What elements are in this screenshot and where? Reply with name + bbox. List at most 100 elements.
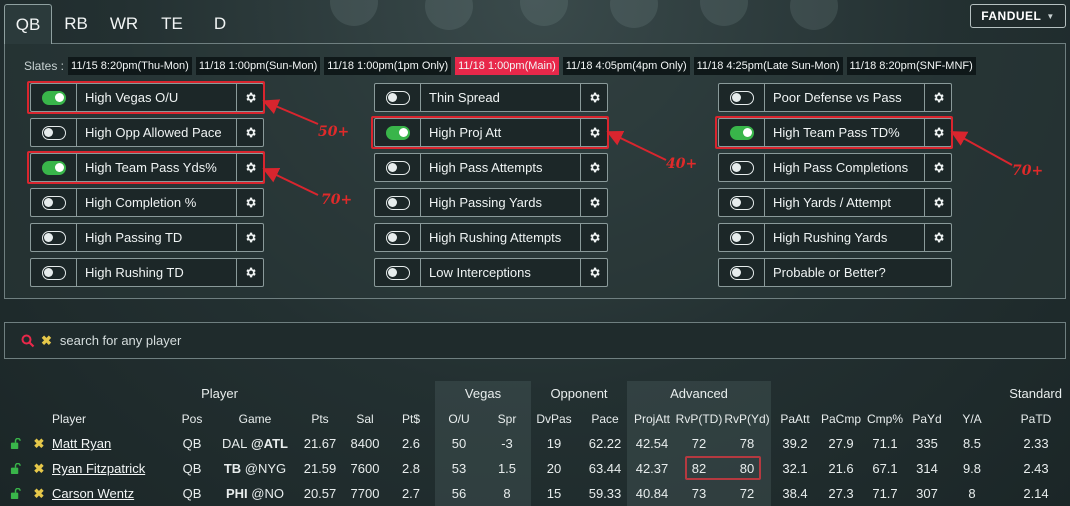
column-header[interactable]: RvP(TD)	[676, 406, 723, 431]
gear-icon[interactable]	[580, 259, 607, 286]
stat-cell: 73	[691, 486, 707, 501]
group-header-vegas: Vegas	[435, 381, 531, 406]
column-header[interactable]: Pt$	[392, 406, 430, 431]
filter-toggle[interactable]	[41, 265, 66, 280]
column-header[interactable]: Cmp%	[866, 406, 904, 431]
gear-icon[interactable]	[236, 189, 263, 216]
gear-icon[interactable]	[580, 189, 607, 216]
column-header[interactable]: PaCmp	[821, 406, 861, 431]
game-cell: DAL @ATL	[222, 431, 288, 456]
filter-toggle[interactable]	[41, 195, 66, 210]
column-header[interactable]: Game	[226, 406, 284, 431]
stat-cell: 72	[691, 436, 707, 451]
stat-cell: 314	[916, 461, 938, 476]
slate-option[interactable]: 11/15 8:20pm(Thu-Mon)	[68, 57, 192, 75]
gear-icon[interactable]	[580, 224, 607, 251]
gear-icon[interactable]	[924, 224, 951, 251]
toggle-cell	[375, 84, 421, 111]
tab-wr[interactable]: WR	[100, 4, 148, 44]
gear-icon[interactable]	[580, 154, 607, 181]
lock-icon[interactable]	[8, 431, 22, 456]
filter-toggle[interactable]	[41, 125, 66, 140]
toggle-knob	[731, 162, 741, 172]
slate-option[interactable]: 11/18 4:05pm(4pm Only)	[562, 57, 690, 75]
stat-cell: 2.8	[401, 461, 421, 476]
annotation-label: 50+	[318, 124, 350, 140]
player-name-link[interactable]: Carson Wentz	[44, 481, 164, 506]
column-header[interactable]: PaTD	[1014, 406, 1058, 431]
filter-label: High Rushing Attempts	[429, 230, 562, 245]
gear-icon[interactable]	[236, 119, 263, 146]
annotation-label: 40+	[666, 156, 698, 172]
filter-toggle[interactable]	[729, 230, 754, 245]
filter-toggle[interactable]	[729, 90, 754, 105]
filter-toggle[interactable]	[385, 265, 410, 280]
group-header-standard: Standard	[771, 381, 1066, 406]
column-header[interactable]: Pace	[584, 406, 626, 431]
column-header[interactable]: Player	[44, 406, 144, 431]
column-header[interactable]: RvP(Yd)	[724, 406, 770, 431]
stat-cell: 7700	[350, 486, 380, 501]
filter-toggle[interactable]	[385, 230, 410, 245]
slate-option[interactable]: 11/18 4:25pm(Late Sun-Mon)	[693, 57, 843, 75]
stat-cell: 15	[546, 486, 562, 501]
gear-icon[interactable]	[924, 154, 951, 181]
column-header[interactable]: Sal	[344, 406, 386, 431]
stat-cell: 21.67	[303, 436, 337, 451]
tab-d[interactable]: D	[196, 4, 244, 44]
stat-cell: 21.6	[828, 461, 854, 476]
slate-option[interactable]: 11/18 1:00pm(1pm Only)	[324, 57, 452, 75]
column-header[interactable]: O/U	[440, 406, 478, 431]
filter-toggle[interactable]	[41, 230, 66, 245]
slate-option[interactable]: 11/18 1:00pm(Sun-Mon)	[195, 57, 321, 75]
filter-toggle[interactable]	[729, 265, 754, 280]
filter-toggle[interactable]	[729, 160, 754, 175]
search-icon[interactable]	[21, 334, 35, 348]
column-header[interactable]: DvPas	[534, 406, 574, 431]
filter-item: High Passing Yards	[374, 188, 608, 217]
lock-icon[interactable]	[8, 481, 22, 506]
player-name-link[interactable]: Ryan Fitzpatrick	[44, 456, 164, 481]
filter-label: High Pass Completions	[773, 160, 909, 175]
column-header[interactable]: Pts	[300, 406, 340, 431]
search-input[interactable]	[59, 333, 460, 348]
slate-option[interactable]: 11/18 8:20pm(SNF-MNF)	[846, 57, 976, 75]
filter-toggle[interactable]	[385, 195, 410, 210]
gear-icon[interactable]	[236, 224, 263, 251]
filter-toggle[interactable]	[729, 195, 754, 210]
stat-cell: 38.4	[782, 486, 808, 501]
group-header-advanced: Advanced	[627, 381, 771, 406]
gear-icon[interactable]	[236, 259, 263, 286]
filter-label: High Passing TD	[85, 230, 183, 245]
toggle-cell	[375, 189, 421, 216]
column-header[interactable]: Y/A	[956, 406, 988, 431]
site-selector-dropdown[interactable]: FANDUEL ▼	[970, 4, 1066, 28]
slate-option[interactable]: 11/18 1:00pm(Main)	[455, 57, 559, 75]
clear-search-icon[interactable]: ✖	[41, 333, 52, 349]
lock-icon[interactable]	[8, 456, 22, 481]
filter-label: Probable or Better?	[773, 265, 886, 280]
tab-qb[interactable]: QB	[4, 4, 52, 44]
toggle-knob	[731, 92, 741, 102]
filter-toggle[interactable]	[385, 90, 410, 105]
gear-icon[interactable]	[924, 84, 951, 111]
gear-icon[interactable]	[580, 84, 607, 111]
tab-rb[interactable]: RB	[52, 4, 100, 44]
tab-te[interactable]: TE	[148, 4, 196, 44]
column-header[interactable]: PaYd	[909, 406, 945, 431]
column-header[interactable]: ProjAtt	[630, 406, 674, 431]
column-header[interactable]: PaAtt	[779, 406, 811, 431]
filter-item: Low Interceptions	[374, 258, 608, 287]
filter-label: Poor Defense vs Pass	[773, 90, 902, 105]
gear-icon[interactable]	[924, 189, 951, 216]
stat-cell: 1.5	[497, 461, 517, 476]
stat-cell: 335	[916, 436, 938, 451]
stat-cell: 71.1	[872, 436, 898, 451]
team-abbr: DAL	[222, 436, 248, 451]
player-name-link[interactable]: Matt Ryan	[44, 431, 164, 456]
filter-item: Poor Defense vs Pass	[718, 83, 952, 112]
column-header[interactable]: Pos	[174, 406, 210, 431]
filter-toggle[interactable]	[385, 160, 410, 175]
column-header[interactable]: Spr	[488, 406, 526, 431]
stat-cell: 50	[451, 436, 467, 451]
